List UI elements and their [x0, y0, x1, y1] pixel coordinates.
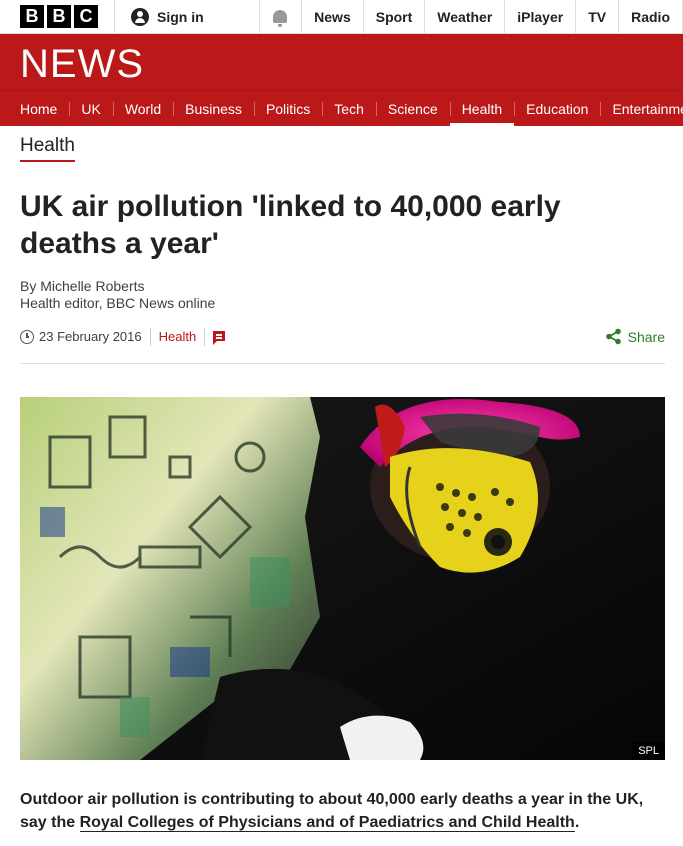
topic-tag-link[interactable]: Health — [151, 328, 206, 346]
share-label: Share — [627, 328, 665, 345]
comment-icon[interactable] — [213, 331, 226, 345]
notifications-button[interactable] — [260, 0, 303, 33]
news-banner: NEWS — [0, 34, 683, 90]
author-role: Health editor, BBC News online — [20, 295, 216, 311]
nav-science[interactable]: Science — [375, 91, 450, 126]
share-icon — [605, 328, 621, 345]
nav-education[interactable]: Education — [514, 91, 600, 126]
bbc-top-bar: B B C Sign in News Sport Weather iPlayer… — [0, 0, 683, 34]
cyclist-pollution-mask-photo — [20, 397, 665, 760]
sign-in-button[interactable]: Sign in — [115, 0, 260, 33]
bbc-logo-letter: B — [47, 5, 71, 28]
byline: By Michelle Roberts Health editor, BBC N… — [20, 278, 215, 312]
author-name: By Michelle Roberts — [20, 278, 145, 294]
nav-uk[interactable]: UK — [69, 91, 112, 126]
nav-business[interactable]: Business — [173, 91, 254, 126]
nav-entertainment[interactable]: Entertainment — [600, 91, 683, 126]
article-headline: UK air pollution 'linked to 40,000 early… — [20, 190, 561, 260]
share-button[interactable]: Share — [605, 328, 665, 345]
section-label[interactable]: Health — [20, 135, 75, 162]
nav-world[interactable]: World — [112, 91, 173, 126]
topnav-tv[interactable]: TV — [576, 0, 620, 33]
topnav-news[interactable]: News — [302, 0, 364, 33]
bbc-logo[interactable]: B B C — [0, 0, 115, 33]
article-intro: Outdoor air pollution is contributing to… — [20, 788, 660, 834]
sign-in-label: Sign in — [157, 8, 204, 25]
intro-end: . — [574, 814, 580, 831]
clock-icon — [20, 330, 34, 344]
bbc-logo-letter: B — [20, 5, 44, 28]
nav-politics[interactable]: Politics — [253, 91, 322, 126]
royal-colleges-link[interactable]: Royal Colleges of Physicians and of Paed… — [79, 814, 575, 832]
news-logo[interactable]: NEWS — [20, 42, 144, 87]
article-hero-image: SPL — [20, 397, 665, 760]
article-meta: 23 February 2016 Health Share — [20, 328, 665, 364]
section-nav: Home UK World Business Politics Tech Sci… — [0, 90, 683, 126]
publish-date: 23 February 2016 — [39, 328, 151, 346]
user-icon — [131, 7, 149, 26]
bell-icon — [273, 10, 288, 27]
nav-tech[interactable]: Tech — [322, 91, 376, 126]
image-credit: SPL — [632, 742, 665, 760]
topnav-radio[interactable]: Radio — [619, 0, 683, 33]
nav-home[interactable]: Home — [0, 91, 69, 126]
topnav-sport[interactable]: Sport — [364, 0, 426, 33]
topnav-weather[interactable]: Weather — [425, 0, 506, 33]
bbc-logo-letter: C — [74, 5, 98, 28]
nav-health[interactable]: Health — [449, 91, 515, 126]
topnav-iplayer[interactable]: iPlayer — [505, 0, 577, 33]
